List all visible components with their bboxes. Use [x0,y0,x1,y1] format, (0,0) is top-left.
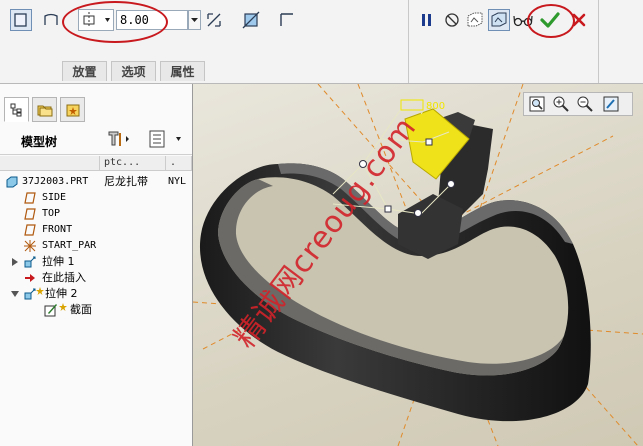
zoom-out-icon[interactable] [576,95,594,113]
list-icon [149,130,181,148]
new-feature-star-icon [59,303,67,311]
tree-item-col2: NYL [168,176,187,187]
chevron-down-icon [191,18,198,22]
verify-mode-icon [491,12,507,27]
verify-mode-button[interactable] [488,9,510,31]
insert-arrow-icon [25,274,35,282]
tree-item-side[interactable]: SIDE [0,190,192,206]
datum-plane-icon [24,224,36,236]
extrude-icon [24,256,36,268]
preview-geometry-icon [467,12,483,27]
tree-item-label: 37J2003.PRT [22,176,89,187]
folder-icon [37,105,52,116]
tree-item-section[interactable]: 截面 [0,302,192,318]
tree-item-label: START_PAR [42,240,97,251]
extrude-dashboard: 放置 选项 属性 [0,0,643,84]
tree-item-top[interactable]: TOP [0,206,192,222]
tab-favorites[interactable] [60,97,85,122]
flip-direction-icon [207,13,221,27]
tab-folder-browser[interactable] [32,97,57,122]
tree-item-col1: 尼龙扎带 [104,175,148,188]
divider [0,154,192,155]
tree-item-front[interactable]: FRONT [0,222,192,238]
tree-item-label: TOP [42,208,61,219]
expand-arrow-icon [12,258,18,266]
tab-properties[interactable]: 属性 [160,61,205,81]
model-tree-icon [10,103,21,116]
tree-item-label: 截面 [70,303,92,316]
extrude-icon [24,288,36,300]
tree-item-label: SIDE [42,192,67,203]
tab-model-tree[interactable] [4,97,29,122]
view-toolbar [523,92,633,116]
zoom-in-icon[interactable] [552,95,570,113]
graphics-window[interactable]: 800 精诚网creoug.com [193,84,643,446]
tree-settings-button[interactable] [106,128,132,150]
thicken-sketch-button[interactable] [276,9,298,31]
tab-placement[interactable]: 放置 [62,61,107,81]
part-icon [6,176,18,188]
surface-icon [44,13,58,25]
thicken-icon [280,13,293,26]
repaint-icon[interactable] [602,95,620,113]
extrude-surface-button[interactable] [40,9,62,31]
datum-plane-icon [24,208,36,220]
tree-item-label: 在此插入 [42,271,86,284]
tree-item-label: 拉伸 1 [42,255,75,268]
tree-item-part[interactable]: 37J2003.PRT 尼龙扎带 NYL [0,174,192,190]
tab-properties-label: 属性 [170,65,195,79]
no-preview-icon [445,13,459,27]
column-1-label: ptc... [104,157,141,168]
no-preview-button[interactable] [441,9,463,31]
tab-options[interactable]: 选项 [111,61,156,81]
coordinate-system-icon [24,240,36,252]
datum-plane-icon [24,192,36,204]
tree-column-2[interactable]: . [166,156,192,171]
highlight-confirm-ellipse [527,4,575,38]
new-feature-star-icon [36,287,44,295]
tree-item-csys[interactable]: START_PAR [0,238,192,254]
tree-item-label: 拉伸 2 [45,287,78,300]
tools-icon [108,131,129,146]
depth-value-dropdown[interactable] [188,10,201,30]
column-2-label: . [170,157,177,168]
collapse-arrow-icon [11,291,19,297]
depth-dimension-label[interactable]: 800 [426,101,445,112]
pause-button[interactable] [416,9,438,31]
pause-icon [422,14,431,26]
preview-geometry-button[interactable] [464,9,486,31]
solid-icon [14,13,27,27]
refit-icon[interactable] [528,95,546,113]
tab-options-label: 选项 [121,65,146,79]
favorites-icon [66,104,79,116]
model-tree-title: 模型树 [21,135,58,149]
highlight-depth-ellipse [62,1,168,43]
tree-item-insert-here[interactable]: 在此插入 [0,270,192,286]
tree-item-extrude-2[interactable]: 拉伸 2 [0,286,192,302]
remove-material-icon [242,11,260,29]
sketch-icon [44,304,57,317]
navigator-panel: 模型树 ptc... . 37J2003.PRT 尼龙扎带 NYL SIDE T… [0,84,193,446]
tree-column-1[interactable]: ptc... [100,156,166,171]
tree-item-label: FRONT [42,224,73,235]
toolbar-divider [408,0,409,83]
tree-column-name[interactable] [0,156,100,171]
tree-item-extrude-1[interactable]: 拉伸 1 [0,254,192,270]
tab-placement-label: 放置 [72,65,97,79]
extrude-solid-button[interactable] [10,9,32,31]
flip-direction-button[interactable] [203,9,225,31]
toolbar-divider [598,0,599,83]
tree-show-button[interactable] [146,128,184,150]
remove-material-button[interactable] [240,9,262,31]
